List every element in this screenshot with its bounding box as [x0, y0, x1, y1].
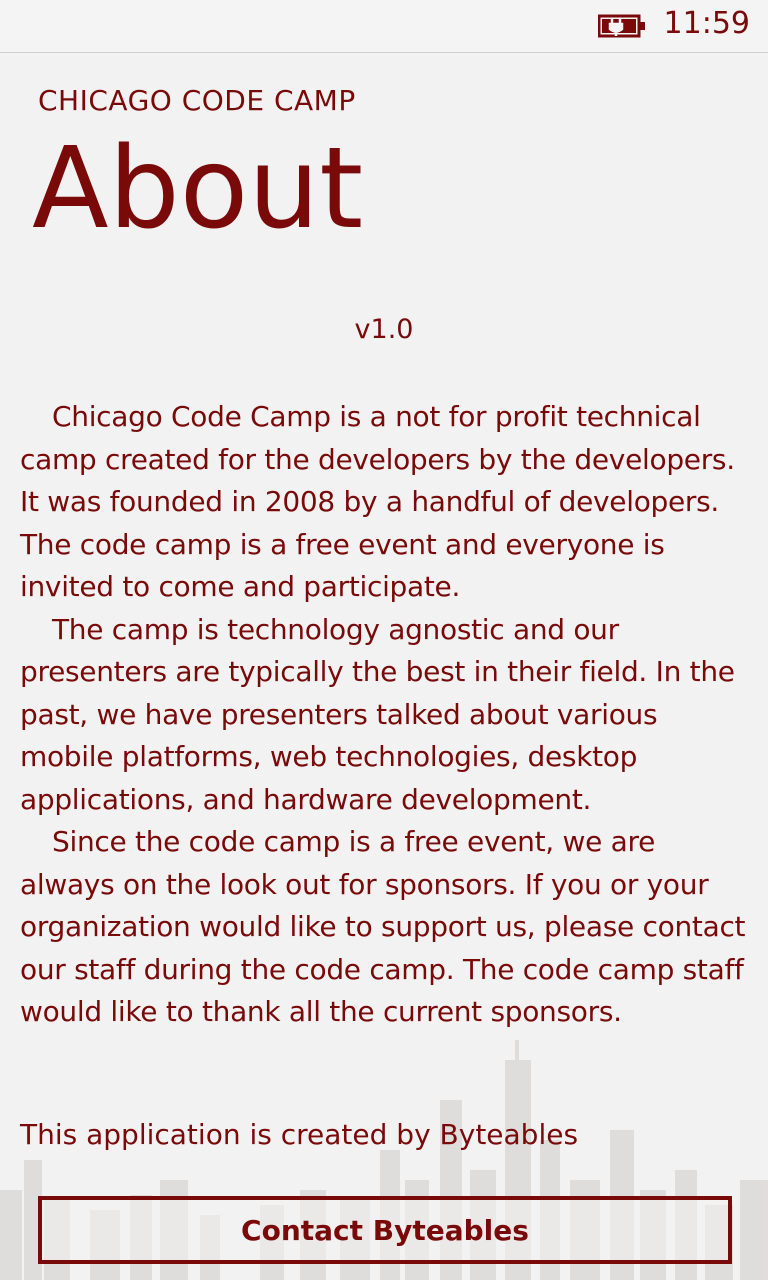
credit-text: This application is created by Byteables [20, 1118, 579, 1151]
version-label: v1.0 [354, 314, 414, 345]
contact-byteables-button[interactable]: Contact Byteables [38, 1196, 732, 1264]
about-paragraph: Since the code camp is a free event, we … [20, 825, 746, 1028]
charging-battery-icon [598, 14, 645, 38]
about-paragraph: Chicago Code Camp is a not for profit te… [20, 400, 735, 603]
clock: 11:59 [663, 6, 750, 41]
page-title: About [32, 124, 364, 254]
about-description: Chicago Code Camp is a not for profit te… [20, 396, 750, 1034]
status-bar: 11:59 [0, 0, 768, 53]
app-title: CHICAGO CODE CAMP [38, 84, 356, 117]
about-paragraph: The camp is technology agnostic and our … [20, 612, 735, 816]
